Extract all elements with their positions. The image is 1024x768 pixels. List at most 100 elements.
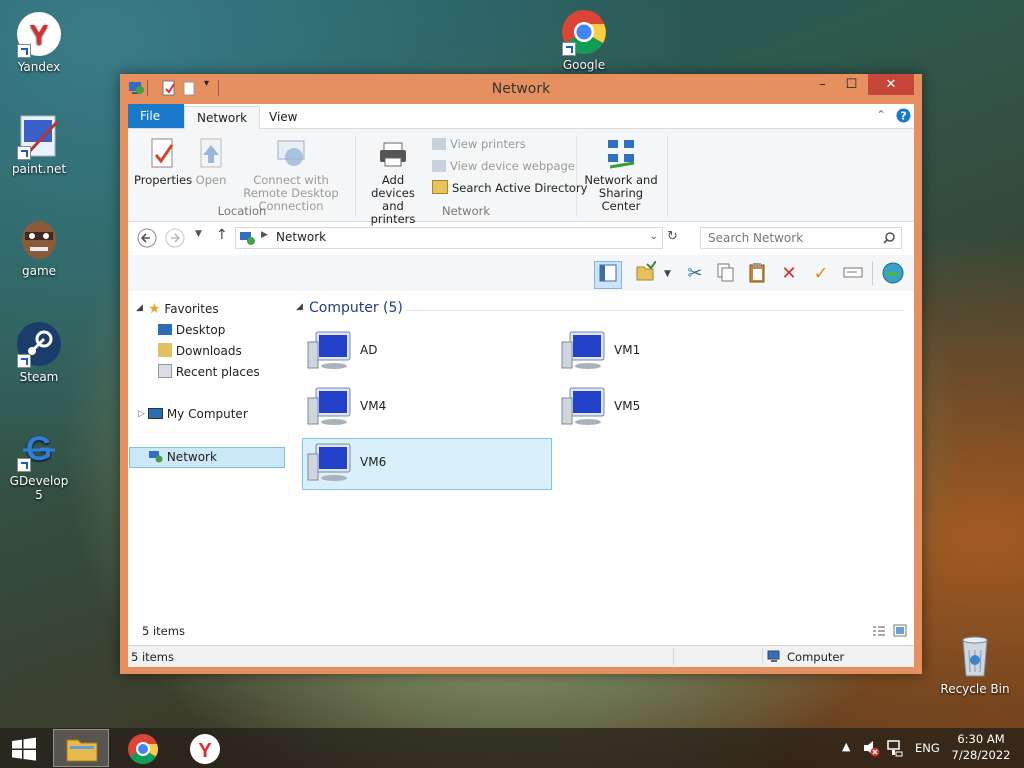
chrome-icon: [560, 8, 608, 56]
cut-icon[interactable]: ✂: [682, 261, 708, 287]
connect-remote-button[interactable]: Connect with Remote Desktop Connection: [232, 137, 350, 213]
clock[interactable]: 6:30 AM 7/28/2022: [950, 731, 1012, 763]
network-sharing-icon: [608, 140, 635, 169]
paste-icon[interactable]: [744, 261, 770, 287]
desktop-icon: [158, 324, 172, 335]
computer-item-vm5[interactable]: VM5: [556, 382, 804, 432]
start-button[interactable]: [0, 729, 48, 767]
view-printers-button[interactable]: View printers: [432, 135, 526, 153]
game-icon: [15, 214, 63, 262]
item-label: VM6: [360, 455, 387, 469]
desktop-icon-yandex[interactable]: Y Yandex: [4, 10, 74, 74]
item-label: VM4: [360, 399, 387, 413]
paintnet-icon: [15, 112, 63, 160]
expand-favorites-icon[interactable]: ◢: [136, 299, 143, 318]
ribbon-group-network: Network: [441, 204, 491, 218]
globe-icon[interactable]: [880, 261, 906, 287]
tab-network[interactable]: Network: [184, 106, 261, 130]
item-label: VM1: [614, 343, 641, 357]
nav-favorites[interactable]: ★ Favorites: [148, 300, 219, 319]
open-button[interactable]: Open: [194, 137, 228, 187]
close-button[interactable]: ✕: [868, 74, 914, 95]
nav-network[interactable]: Network: [129, 447, 285, 468]
language-indicator[interactable]: ENG: [915, 741, 940, 755]
view-device-webpage-button[interactable]: View device webpage: [432, 157, 575, 175]
preview-pane-icon[interactable]: [594, 261, 622, 289]
network-nav-icon: [148, 450, 163, 464]
delete-icon[interactable]: ✕: [776, 261, 802, 287]
navigation-pane: ◢ ★ Favorites Desktop Downloads Recent p…: [128, 291, 290, 661]
recycle-bin-icon: [951, 632, 999, 680]
back-icon[interactable]: [137, 228, 157, 248]
forward-icon[interactable]: [165, 228, 185, 248]
options-dropdown-icon[interactable]: ▼: [664, 269, 671, 279]
tab-view[interactable]: View: [257, 106, 309, 128]
status-bar: 5 items Computer: [128, 645, 914, 667]
desktop-icon-recycle-bin[interactable]: Recycle Bin: [940, 632, 1010, 696]
taskbar-file-explorer[interactable]: [53, 729, 109, 767]
computer-icon: [561, 387, 605, 425]
remote-desktop-icon: [277, 140, 305, 166]
expand-my-computer-icon[interactable]: ▷: [138, 405, 145, 424]
nav-recent-places[interactable]: Recent places: [158, 363, 260, 382]
up-icon[interactable]: ↑: [216, 227, 228, 243]
title-bar[interactable]: ▾ Network – ☐ ✕: [120, 74, 922, 104]
taskbar-chrome[interactable]: [115, 729, 171, 767]
search-placeholder: Search Network: [708, 231, 804, 245]
star-icon: ★: [148, 301, 161, 317]
recent-locations-icon[interactable]: ▼: [195, 229, 202, 239]
taskbar-yandex[interactable]: Y: [177, 729, 233, 767]
collapse-group-icon[interactable]: ◢: [296, 302, 303, 312]
tab-file[interactable]: File: [128, 104, 184, 128]
network-sharing-center-button[interactable]: Network and Sharing Center: [580, 137, 662, 213]
copy-icon[interactable]: [712, 261, 738, 287]
address-bar[interactable]: ▶ Network ⌄: [235, 227, 663, 249]
computer-item-vm4[interactable]: VM4: [302, 382, 550, 432]
breadcrumb-separator-icon[interactable]: ▶: [261, 230, 268, 240]
printer-small-icon: [432, 138, 446, 150]
computer-icon: [561, 331, 605, 369]
open-icon: [200, 138, 222, 168]
desktop-icon-paintnet[interactable]: paint.net: [4, 112, 74, 176]
rename-icon[interactable]: [840, 261, 866, 287]
clock-time: 6:30 AM: [957, 732, 1005, 746]
check-icon[interactable]: ✓: [808, 261, 834, 287]
nav-desktop[interactable]: Desktop: [158, 321, 225, 340]
group-header[interactable]: Computer (5): [309, 300, 403, 316]
network-tray-icon[interactable]: [886, 739, 904, 757]
svg-text:Y: Y: [30, 19, 49, 50]
properties-button[interactable]: Properties: [134, 137, 192, 187]
maximize-button[interactable]: ☐: [837, 74, 866, 95]
nav-my-computer[interactable]: My Computer: [148, 405, 248, 424]
item-label: VM5: [614, 399, 641, 413]
search-input[interactable]: Search Network: [700, 227, 902, 249]
computer-item-ad[interactable]: AD: [302, 326, 550, 376]
nav-downloads[interactable]: Downloads: [158, 342, 242, 361]
explorer-window: ▾ Network – ☐ ✕ File Network View ⌃ ? Pr…: [120, 74, 922, 674]
minimize-button[interactable]: –: [808, 74, 837, 95]
content-pane: ◢ Computer (5) AD VM1 VM4 VM5 VM6: [294, 291, 914, 631]
properties-icon: [151, 138, 174, 168]
speaker-muted-icon[interactable]: [862, 739, 880, 757]
desktop-icon-game[interactable]: game: [4, 214, 74, 278]
computer-item-vm1[interactable]: VM1: [556, 326, 804, 376]
refresh-icon[interactable]: ↻: [667, 229, 678, 244]
large-icons-view-icon[interactable]: [893, 624, 907, 637]
steam-icon: [15, 320, 63, 368]
yandex-icon: Y: [190, 734, 220, 764]
collapse-ribbon-icon[interactable]: ⌃: [876, 108, 886, 122]
show-hidden-icons-icon[interactable]: ▲: [842, 740, 850, 753]
window-title: Network: [491, 81, 551, 97]
desktop-icon-label: game: [21, 264, 57, 278]
search-active-directory-button[interactable]: Search Active Directory: [432, 179, 587, 197]
folder-options-icon[interactable]: [632, 260, 658, 287]
help-icon[interactable]: ?: [896, 108, 911, 123]
item-count: 5 items: [142, 624, 185, 638]
desktop-icon-steam[interactable]: Steam: [4, 320, 74, 384]
breadcrumb-network[interactable]: Network: [276, 230, 326, 244]
desktop-icon-gdevelop[interactable]: G GDevelop 5: [4, 424, 74, 502]
desktop-icon-google[interactable]: Google: [549, 8, 619, 72]
address-dropdown-icon[interactable]: ⌄: [650, 231, 658, 242]
computer-item-vm6[interactable]: VM6: [302, 438, 552, 490]
details-view-icon[interactable]: [872, 625, 886, 637]
